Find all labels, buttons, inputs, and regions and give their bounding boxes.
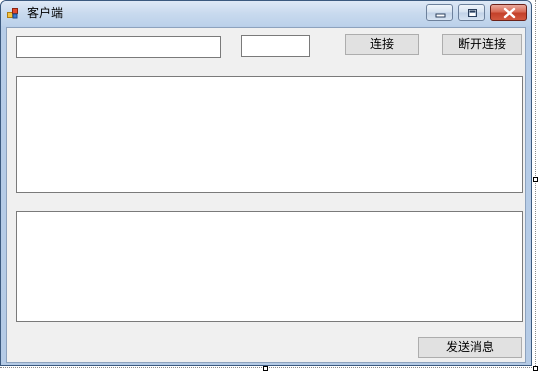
- resize-handle-corner[interactable]: [533, 366, 538, 371]
- window-title: 客户端: [27, 6, 64, 20]
- designer-surface: 客户端 连接 断开连接 发送消息: [0, 0, 541, 373]
- maximize-icon: [468, 9, 477, 17]
- title-bar[interactable]: 客户端: [1, 1, 531, 26]
- port-input[interactable]: [241, 35, 310, 57]
- connect-button[interactable]: 连接: [345, 34, 419, 55]
- resize-handle-bottom[interactable]: [263, 366, 268, 371]
- received-messages-textarea[interactable]: [16, 76, 523, 193]
- send-message-button[interactable]: 发送消息: [418, 337, 522, 358]
- disconnect-button[interactable]: 断开连接: [442, 34, 522, 55]
- resize-handle-right[interactable]: [533, 177, 538, 182]
- minimize-icon: [435, 13, 446, 18]
- message-input-textarea[interactable]: [16, 211, 523, 322]
- form-client-area: 连接 断开连接 发送消息: [6, 27, 526, 363]
- minimize-button[interactable]: [426, 4, 453, 21]
- close-button[interactable]: [490, 4, 527, 21]
- client-window: 客户端 连接 断开连接 发送消息: [0, 0, 532, 366]
- form-icon: [7, 8, 18, 19]
- ip-address-input[interactable]: [16, 36, 221, 58]
- maximize-button[interactable]: [458, 4, 485, 21]
- close-icon: [503, 7, 516, 19]
